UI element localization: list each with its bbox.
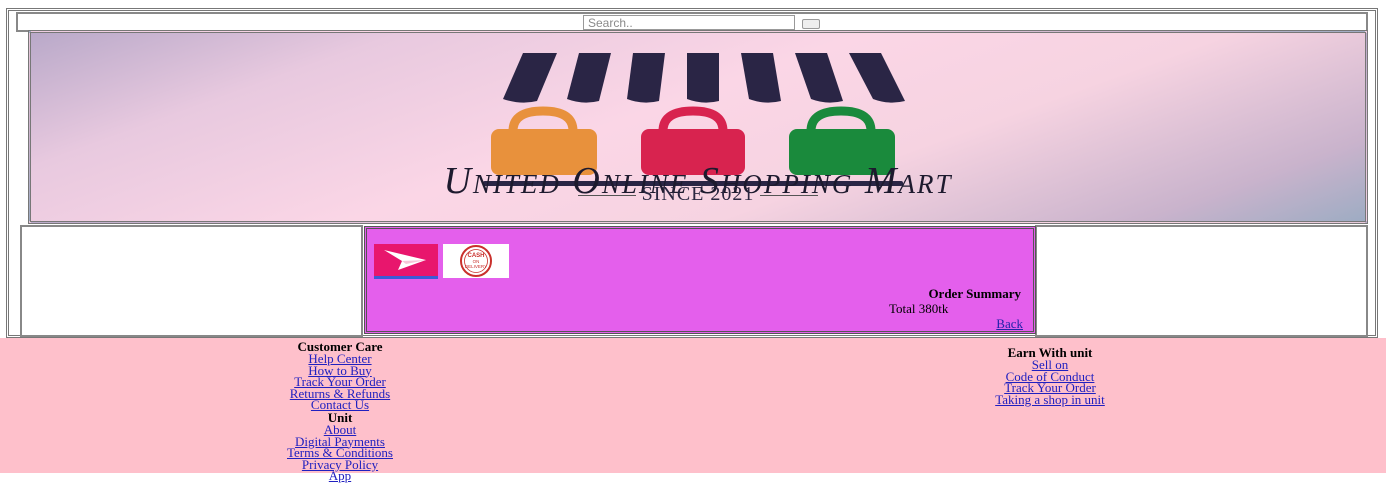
search-button[interactable] <box>802 19 820 29</box>
search-input[interactable] <box>583 15 795 30</box>
left-empty-cell <box>20 225 363 337</box>
order-summary-title: Order Summary <box>928 286 1021 301</box>
right-empty-cell <box>1035 225 1368 337</box>
search-bar <box>16 12 1368 32</box>
order-panel: CASH ON DELIVERY Order Summary Total 380… <box>364 226 1036 334</box>
back-link[interactable]: Back <box>996 316 1023 332</box>
paper-plane-payment-icon[interactable] <box>374 244 438 279</box>
banner-subtitle: SINCE 2021 <box>31 183 1365 206</box>
cash-on-delivery-icon[interactable]: CASH ON DELIVERY <box>443 244 509 278</box>
footer: Customer Care Help Center How to Buy Tra… <box>0 338 1386 482</box>
footer-customer-care: Customer Care Help Center How to Buy Tra… <box>260 340 420 483</box>
order-total: Total 380tk <box>889 301 949 316</box>
footer-earn-with-unit: Earn With unit Sell on Code of Conduct T… <box>955 346 1145 406</box>
app-link[interactable]: App <box>260 470 420 483</box>
cod-text-3: DELIVERY <box>465 264 487 269</box>
store-banner: United Online Shopping Mart SINCE 2021 <box>28 30 1368 224</box>
taking-shop-link[interactable]: Taking a shop in unit <box>955 393 1145 406</box>
